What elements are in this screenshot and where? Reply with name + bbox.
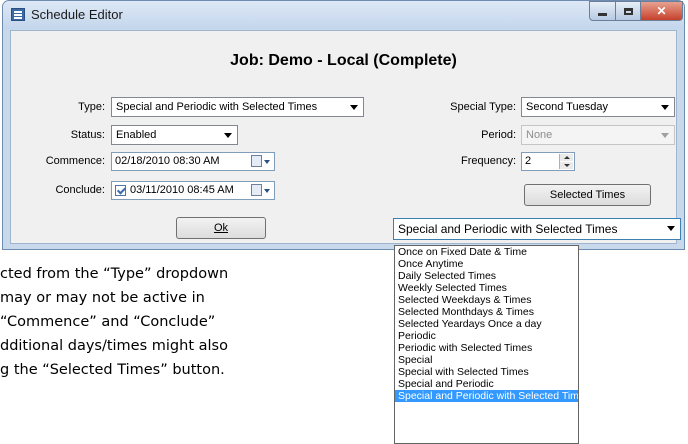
period-combobox[interactable]: None [521, 125, 675, 145]
type-combobox[interactable]: Special and Periodic with Selected Times [111, 97, 364, 117]
status-label: Status: [70, 129, 105, 141]
commence-datetime-picker[interactable]: 02/18/2010 08:30 AM [111, 152, 275, 171]
body-line: dditional days/times might also [0, 338, 228, 354]
chevron-down-icon [350, 105, 358, 110]
dropdown-option[interactable]: Special with Selected Times [395, 366, 578, 378]
body-line: “Commence” and “Conclude” [0, 314, 216, 330]
ok-button[interactable]: Ok [176, 217, 266, 239]
calendar-icon[interactable] [251, 155, 262, 167]
selected-times-label: Selected Times [549, 189, 626, 201]
ok-label: Ok [213, 222, 229, 234]
chevron-down-icon [661, 133, 669, 138]
type-label: Type: [78, 101, 105, 113]
dropdown-option[interactable]: Special [395, 354, 578, 366]
title-bar[interactable]: Schedule Editor ✕ [3, 1, 684, 29]
chevron-down-icon [264, 189, 270, 193]
dropdown-option[interactable]: Periodic [395, 330, 578, 342]
chevron-down-icon [667, 226, 675, 231]
maximize-icon [623, 7, 633, 15]
commence-value: 02/18/2010 08:30 AM [115, 155, 220, 167]
minimize-icon [598, 12, 607, 16]
frequency-value: 2 [525, 155, 532, 167]
body-line: may or may not be active in [0, 290, 205, 306]
spin-down-icon[interactable] [560, 162, 573, 169]
status-combobox[interactable]: Enabled [111, 125, 238, 145]
body-line: cted from the “Type” dropdown [0, 266, 229, 282]
minimize-button[interactable] [589, 1, 616, 21]
frequency-spinner[interactable]: 2 [521, 152, 575, 171]
dropdown-option[interactable]: Special and Periodic with Selected Times [395, 390, 578, 402]
conclude-enabled-checkbox[interactable] [115, 185, 126, 196]
special-type-label: Special Type: [450, 101, 516, 113]
conclude-value: 03/11/2010 08:45 AM [130, 184, 234, 196]
dropdown-option[interactable]: Selected Yeardays Once a day [395, 318, 578, 330]
dropdown-option[interactable]: Weekly Selected Times [395, 282, 578, 294]
spin-buttons[interactable] [559, 154, 573, 169]
calendar-icon[interactable] [251, 184, 262, 196]
chevron-down-icon [224, 133, 232, 138]
maximize-button[interactable] [615, 1, 641, 21]
spin-up-icon[interactable] [560, 154, 573, 161]
job-heading: Job: Demo - Local (Complete) [230, 52, 457, 69]
type-value: Special and Periodic with Selected Times [116, 101, 318, 113]
conclude-label: Conclude: [55, 184, 105, 196]
commence-label: Commence: [45, 155, 105, 167]
special-type-value: Second Tuesday [526, 101, 608, 113]
type-dropdown-list[interactable]: Once on Fixed Date & Time Once Anytime Dai… [394, 245, 579, 444]
dropdown-option[interactable]: Selected Weekdays & Times [395, 294, 578, 306]
dropdown-option[interactable]: Selected Monthdays & Times [395, 306, 578, 318]
type-dropdown-header[interactable]: Special and Periodic with Selected Times [393, 218, 681, 240]
dialog-body: Job: Demo - Local (Complete) Type: Speci… [10, 30, 677, 244]
dropdown-option[interactable]: Daily Selected Times [395, 270, 578, 282]
dropdown-option[interactable]: Once on Fixed Date & Time [395, 246, 578, 258]
dropdown-option[interactable]: Once Anytime [395, 258, 578, 270]
schedule-editor-window: Schedule Editor ✕ Job: Demo - Local (Com… [2, 0, 685, 250]
frequency-label: Frequency: [460, 155, 516, 167]
app-icon [11, 8, 25, 21]
dropdown-option[interactable]: Special and Periodic [395, 378, 578, 390]
status-value: Enabled [116, 129, 157, 141]
period-label: Period: [481, 129, 516, 141]
body-line: g the “Selected Times” button. [0, 362, 225, 378]
close-icon: ✕ [656, 4, 667, 18]
window-title: Schedule Editor [31, 7, 123, 22]
dropdown-option[interactable]: Periodic with Selected Times [395, 342, 578, 354]
dropdown-value: Special and Periodic with Selected Times [398, 222, 618, 236]
chevron-down-icon [661, 105, 669, 110]
conclude-datetime-picker[interactable]: 03/11/2010 08:45 AM [111, 181, 275, 200]
chevron-down-icon [264, 160, 270, 164]
special-type-combobox[interactable]: Second Tuesday [521, 97, 675, 117]
selected-times-button[interactable]: Selected Times [524, 184, 651, 206]
period-value: None [526, 129, 553, 141]
close-button[interactable]: ✕ [640, 1, 683, 21]
